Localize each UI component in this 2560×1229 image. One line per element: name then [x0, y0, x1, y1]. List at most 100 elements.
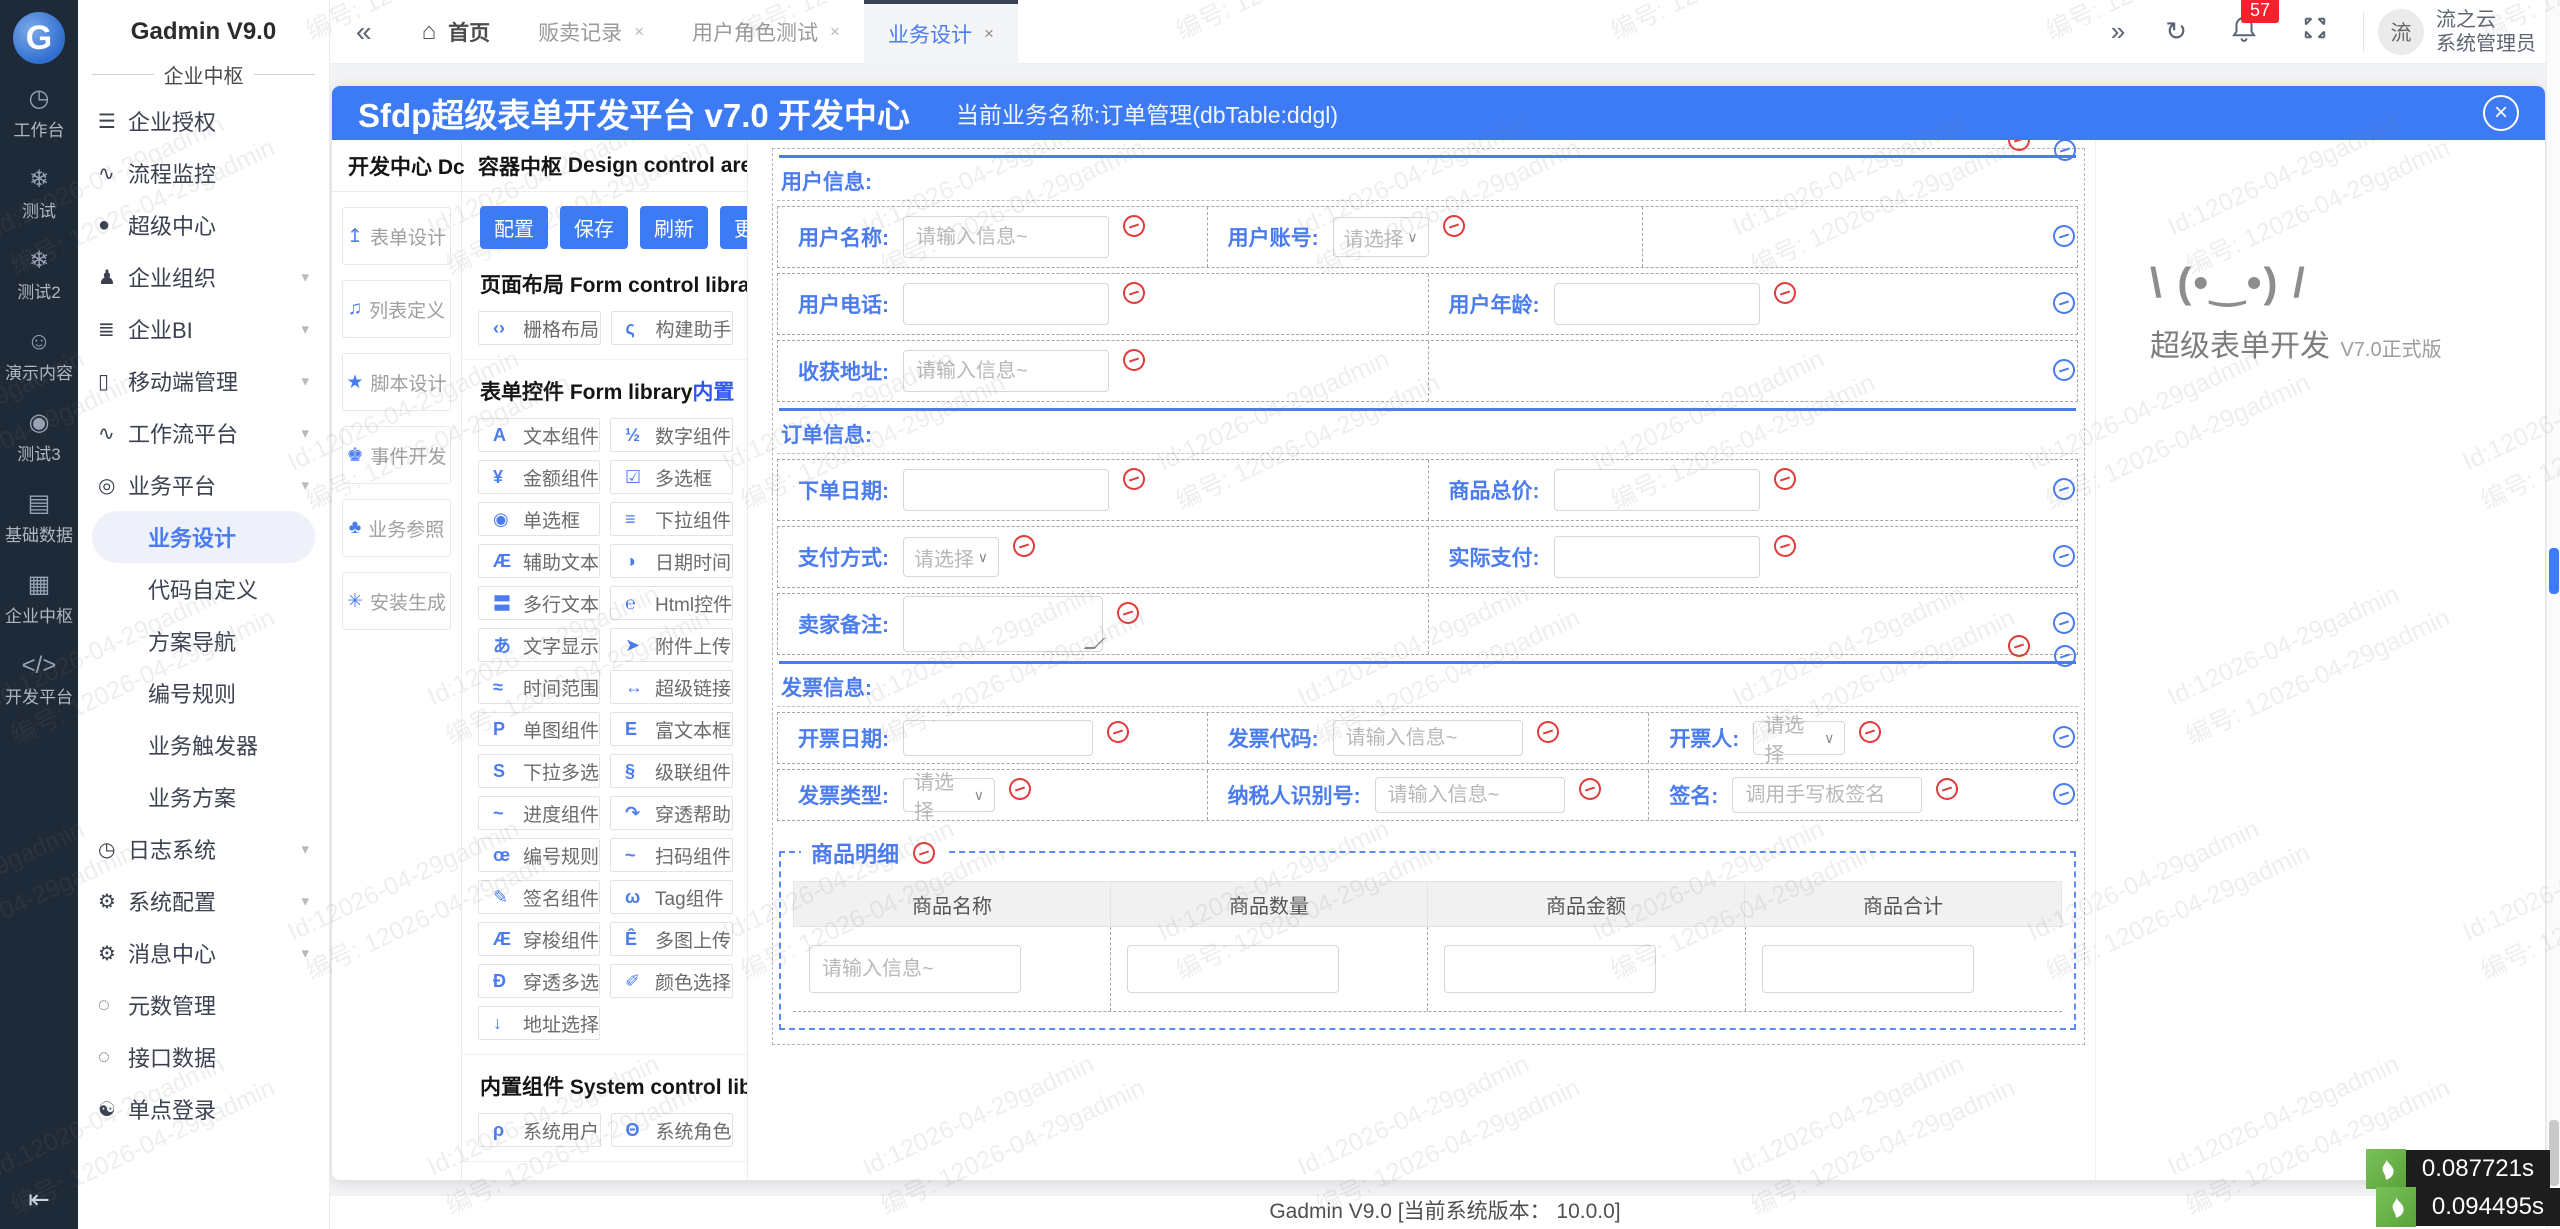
component-辅助文本[interactable]: Æ 辅助文本: [478, 544, 601, 578]
remove-field-icon[interactable]: [1533, 718, 1562, 746]
component-系统用户[interactable]: ρ 系统用户: [478, 1113, 601, 1147]
remove-field-icon[interactable]: [1006, 775, 1034, 803]
component-穿梭组件[interactable]: Æ 穿梭组件: [478, 922, 601, 956]
action-button-更新[interactable]: 更新: [720, 206, 747, 249]
sidebar-item-企业授权[interactable]: ☰ 企业授权: [78, 95, 329, 147]
scrollbar-thumb-gray[interactable]: [2549, 1120, 2559, 1186]
rail-item-测试3[interactable]: ◉ 测试3: [0, 408, 78, 465]
component-下拉组件[interactable]: ≡ 下拉组件: [610, 502, 734, 536]
component-文字显示[interactable]: あ文字显示: [478, 628, 601, 662]
dev-button-列表定义[interactable]: ♫ 列表定义: [342, 280, 451, 338]
field-input-用户电话:[interactable]: [903, 283, 1109, 325]
tab-close-icon[interactable]: ×: [984, 24, 994, 44]
remove-field-icon[interactable]: [1010, 532, 1038, 560]
rail-item-测试[interactable]: ❄ 测试: [0, 165, 78, 222]
field-input-用户年龄:[interactable]: [1553, 283, 1760, 325]
subtable-input-0[interactable]: [809, 945, 1021, 993]
sidebar-item-方案导航[interactable]: 方案导航: [78, 615, 329, 667]
remove-subtable-icon[interactable]: [910, 839, 938, 867]
sidebar-item-业务设计[interactable]: 业务设计: [92, 511, 315, 563]
field-input-发票代码:[interactable]: [1332, 720, 1523, 756]
remove-field-icon[interactable]: [1104, 718, 1132, 746]
component-进度组件[interactable]: ~ 进度组件: [478, 796, 601, 830]
rail-item-工作台[interactable]: ◷ 工作台: [0, 84, 78, 141]
app-logo[interactable]: G: [13, 12, 65, 64]
field-input-用户名称:[interactable]: [903, 216, 1109, 258]
component-栅格布局[interactable]: ‹› 栅格布局: [478, 311, 601, 345]
rail-item-测试2[interactable]: ❄ 测试2: [0, 246, 78, 303]
subtable-input-3[interactable]: [1761, 945, 1974, 993]
component-穿透帮助[interactable]: ↷ 穿透帮助: [610, 796, 734, 830]
rail-item-演示内容[interactable]: ☺ 演示内容: [0, 327, 78, 384]
remove-field-icon[interactable]: [1439, 212, 1468, 240]
sidebar-item-业务方案[interactable]: 业务方案: [78, 771, 329, 823]
field-input-收获地址:[interactable]: [903, 350, 1109, 392]
component-富文本框[interactable]: E 富文本框: [610, 712, 734, 746]
sidebar-item-工作流平台[interactable]: ∿ 工作流平台 ▾: [78, 407, 329, 459]
notification-bell-icon[interactable]: 57: [2207, 0, 2281, 49]
sidebar-item-编号规则[interactable]: 编号规则: [78, 667, 329, 719]
remove-field-icon[interactable]: [1120, 279, 1148, 307]
component-Html控件[interactable]: ℮ Html控件: [610, 586, 734, 620]
sidebar-item-代码自定义[interactable]: 代码自定义: [78, 563, 329, 615]
field-input-实际支付:[interactable]: [1553, 536, 1760, 578]
tab-业务设计[interactable]: 业务设计 ×: [863, 0, 1018, 64]
field-textarea-卖家备注:[interactable]: [903, 596, 1103, 652]
refresh-icon[interactable]: ↻: [2145, 16, 2207, 47]
remove-field-icon[interactable]: [1933, 775, 1962, 803]
modal-close-icon[interactable]: ×: [2483, 95, 2519, 131]
component-多图上传[interactable]: Ê 多图上传: [610, 922, 734, 956]
component-系统角色[interactable]: Θ 系统角色: [610, 1113, 733, 1147]
sidebar-item-业务触发器[interactable]: 业务触发器: [78, 719, 329, 771]
component-颜色选择[interactable]: ✐ 颜色选择: [610, 964, 734, 998]
field-input-商品总价:[interactable]: [1553, 469, 1760, 511]
field-input-纳税人识别号:[interactable]: [1374, 777, 1565, 813]
subtable-input-1[interactable]: [1126, 945, 1339, 993]
remove-field-icon[interactable]: [1770, 532, 1799, 560]
page-scrollbar[interactable]: [2546, 0, 2560, 1229]
field-select-用户账号:[interactable]: 请选择 ∨: [1332, 217, 1429, 257]
rail-item-基础数据[interactable]: ▤ 基础数据: [0, 489, 78, 546]
remove-section-icon[interactable]: [2005, 140, 2033, 154]
user-info[interactable]: 流之云 系统管理员: [2436, 8, 2536, 56]
subtable-input-2[interactable]: [1444, 945, 1656, 993]
tabs-collapse-icon[interactable]: «: [330, 16, 398, 48]
component-超级链接[interactable]: ↔ 超级链接: [610, 670, 734, 704]
component-多选框[interactable]: ☑ 多选框: [610, 460, 734, 494]
field-input-下单日期:[interactable]: [903, 469, 1109, 511]
sidebar-item-流程监控[interactable]: ∿ 流程监控: [78, 147, 329, 199]
component-Tag组件[interactable]: ω Tag组件: [610, 880, 734, 914]
rail-collapse-icon[interactable]: ⇤: [0, 1184, 78, 1215]
remove-field-icon[interactable]: [1114, 599, 1142, 627]
fullscreen-icon[interactable]: [2281, 14, 2349, 49]
dev-button-脚本设计[interactable]: ★ 脚本设计: [342, 353, 451, 411]
remove-field-icon[interactable]: [1120, 346, 1148, 374]
component-数字组件[interactable]: ½ 数字组件: [610, 418, 734, 452]
field-select-支付方式:[interactable]: 请选择 ∨: [903, 537, 999, 577]
builtin-link[interactable]: 内置: [692, 376, 734, 406]
tab-close-icon[interactable]: ×: [634, 22, 644, 42]
component-穿透多选[interactable]: Ð 穿透多选: [478, 964, 601, 998]
field-input-开票日期:[interactable]: [903, 720, 1093, 756]
component-附件上传[interactable]: ➤ 附件上传: [610, 628, 734, 662]
component-日期时间[interactable]: ◑ 日期时间: [610, 544, 734, 578]
sidebar-item-元数管理[interactable]: ◌ 元数管理: [78, 979, 329, 1031]
tab-close-icon[interactable]: ×: [830, 22, 840, 42]
tab-贩卖记录[interactable]: 贩卖记录 ×: [514, 0, 668, 64]
dev-button-事件开发[interactable]: ♚ 事件开发: [342, 426, 451, 484]
rail-item-开发平台[interactable]: </> 开发平台: [0, 651, 78, 708]
component-编号规则[interactable]: œ 编号规则: [478, 838, 601, 872]
sidebar-item-单点登录[interactable]: ☯ 单点登录: [78, 1083, 329, 1135]
component-下拉多选[interactable]: S 下拉多选: [478, 754, 601, 788]
field-select-开票人:[interactable]: 请选择 ∨: [1753, 715, 1846, 766]
remove-field-icon[interactable]: [1770, 279, 1799, 307]
component-多行文本[interactable]: 〓多行文本: [478, 586, 601, 620]
sidebar-item-业务平台[interactable]: ◎ 业务平台 ▾: [78, 459, 329, 511]
user-avatar[interactable]: 流: [2378, 8, 2424, 55]
sidebar-item-接口数据[interactable]: ◌ 接口数据: [78, 1031, 329, 1083]
action-button-刷新[interactable]: 刷新: [640, 206, 708, 249]
remove-field-icon[interactable]: [1120, 212, 1148, 240]
sidebar-item-企业组织[interactable]: ♟ 企业组织 ▾: [78, 251, 329, 303]
sidebar-item-系统配置[interactable]: ⚙ 系统配置 ▾: [78, 875, 329, 927]
component-金额组件[interactable]: ¥ 金额组件: [478, 460, 601, 494]
